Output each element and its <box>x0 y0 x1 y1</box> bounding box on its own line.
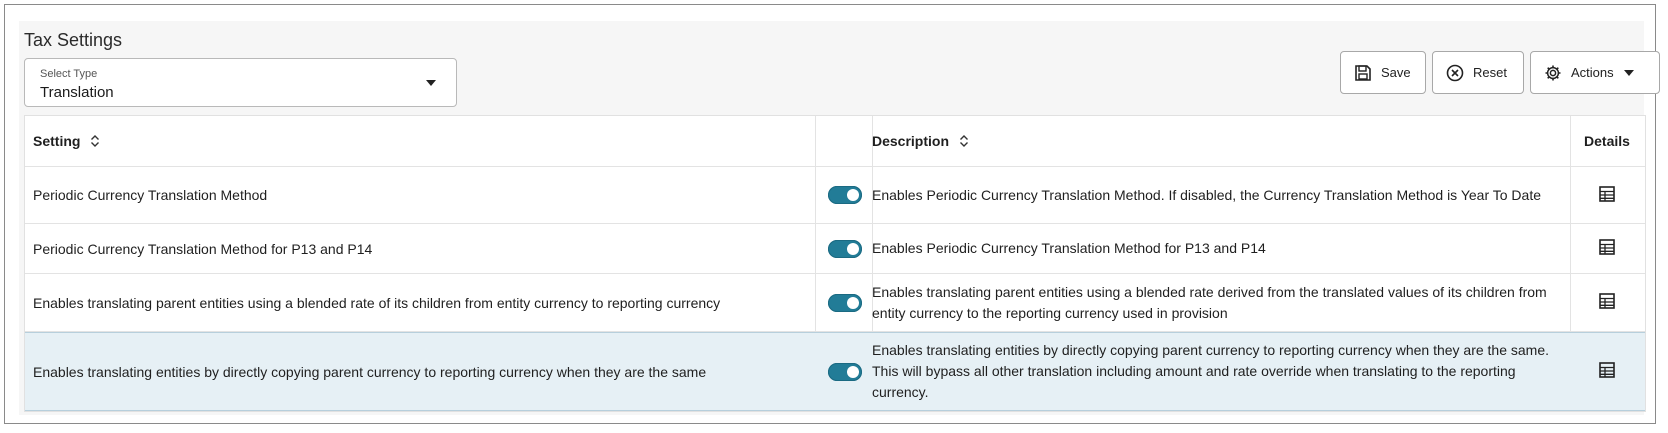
column-header-details: Details <box>1584 133 1630 149</box>
column-header-description-label: Description <box>872 132 950 149</box>
setting-name: Periodic Currency Translation Method <box>33 187 268 203</box>
toggle-knob <box>847 189 859 201</box>
details-table-icon[interactable] <box>1599 293 1615 312</box>
details-cell <box>1570 167 1644 223</box>
enable-toggle[interactable] <box>828 362 862 381</box>
sort-icon[interactable] <box>959 135 969 147</box>
actions-button-label: Actions <box>1571 65 1614 80</box>
setting-name: Periodic Currency Translation Method for… <box>33 240 373 257</box>
details-table-icon[interactable] <box>1599 239 1615 258</box>
toggle-knob <box>847 365 859 378</box>
details-cell <box>1570 274 1644 331</box>
details-cell <box>1570 224 1644 273</box>
page-title: Tax Settings <box>24 30 123 50</box>
save-icon <box>1354 64 1372 82</box>
setting-description: Enables Periodic Currency Translation Me… <box>872 240 1266 256</box>
enable-toggle[interactable] <box>828 293 862 312</box>
table-row-selected[interactable]: Enables translating entities by directly… <box>25 332 1645 411</box>
setting-description: Enables Periodic Currency Translation Me… <box>872 186 1541 203</box>
setting-description: Enables translating parent entities usin… <box>872 283 1547 321</box>
enable-toggle[interactable] <box>828 239 862 258</box>
setting-name: Enables translating entities by directly… <box>33 363 707 380</box>
table-row[interactable]: Periodic Currency Translation Method for… <box>25 224 1645 274</box>
actions-button[interactable]: Actions <box>1530 51 1660 94</box>
save-button-label: Save <box>1381 65 1411 80</box>
chevron-down-icon <box>1623 69 1634 76</box>
chevron-down-icon <box>426 80 436 86</box>
select-type-dropdown[interactable]: Select Type Translation <box>24 58 457 107</box>
setting-name: Enables translating parent entities usin… <box>33 294 721 311</box>
gear-icon <box>1544 64 1562 82</box>
reset-button-label: Reset <box>1473 65 1507 80</box>
setting-description: Enables translating entities by directly… <box>872 342 1550 400</box>
reset-icon <box>1446 64 1464 82</box>
details-cell <box>1570 333 1644 410</box>
details-table-icon[interactable] <box>1599 185 1615 205</box>
toggle-cell <box>815 274 875 331</box>
toggle-knob <box>847 296 859 309</box>
details-table-icon[interactable] <box>1599 362 1615 381</box>
save-button[interactable]: Save <box>1340 51 1426 94</box>
table-row[interactable]: Enables translating parent entities usin… <box>25 274 1645 332</box>
select-type-label: Select Type <box>40 68 98 80</box>
column-header-setting[interactable]: Setting <box>33 116 813 166</box>
column-header-setting-label: Setting <box>33 133 81 149</box>
select-type-value: Translation <box>40 84 114 101</box>
toggle-cell <box>815 333 875 410</box>
sort-icon[interactable] <box>90 135 100 147</box>
settings-table: Setting Description Details Periodic Cur… <box>24 115 1646 412</box>
toggle-cell <box>815 224 875 273</box>
column-header-description[interactable]: Description <box>872 116 1562 166</box>
toggle-knob <box>847 242 859 255</box>
toggle-cell <box>815 167 875 223</box>
table-row[interactable]: Periodic Currency Translation Method Ena… <box>25 167 1645 224</box>
enable-toggle[interactable] <box>828 186 862 204</box>
table-header: Setting Description Details <box>25 116 1645 167</box>
reset-button[interactable]: Reset <box>1432 51 1524 94</box>
